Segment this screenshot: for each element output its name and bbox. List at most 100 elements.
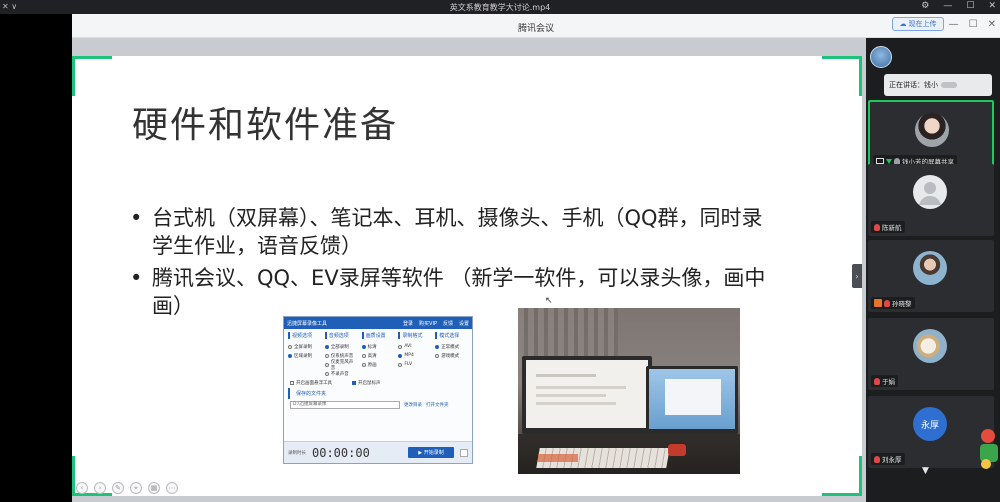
radio-icon — [398, 353, 403, 358]
share-frame-corner — [822, 456, 862, 496]
player-left-margin — [0, 14, 72, 502]
radio-icon — [288, 353, 292, 358]
recorder-option-label: 高清 — [367, 353, 377, 359]
participant-avatar-text: 永厚 — [920, 420, 939, 431]
video-player-titlebar: ✕ ∨ 英文系教育教学大讨论.mp4 ⚙ — ☐ ✕ — [0, 0, 1000, 14]
participant-tile[interactable]: 孙晓黎 — [868, 240, 994, 312]
close-icon[interactable]: ✕ — [988, 1, 996, 11]
next-icon[interactable]: › — [94, 482, 106, 494]
participant-name-badge: 孙晓黎 — [871, 297, 915, 309]
radio-icon — [361, 344, 366, 349]
recorder-option: 原画 — [361, 360, 395, 369]
recorder-options: 视频选项 全屏录制 区域录制 音频选项 全部录制 仅系统声音 仅麦克风声音 不录声音 画质设置标… — [284, 329, 472, 378]
minimize-icon[interactable]: — — [943, 1, 952, 11]
participant-name: 孙晓黎 — [892, 300, 912, 308]
annotation-toolbar: ‹ › ✎ ⌖ ▦ ⋯ — [76, 482, 178, 494]
recorder-save-path: D:\迅捷屏幕录像 — [290, 401, 400, 409]
participant-avatar — [913, 175, 947, 209]
scroll-down-icon[interactable]: ▼ — [922, 466, 929, 476]
minimize-icon[interactable]: — — [949, 19, 959, 30]
radio-icon — [398, 344, 403, 349]
recorder-option-label: 正常模式 — [441, 344, 460, 350]
participant-avatar: 永厚 — [913, 407, 947, 441]
participant-name: 于娟 — [882, 378, 895, 386]
recorder-option-column: 视频选项 全屏录制 区域录制 — [288, 332, 321, 378]
meeting-app-title: 腾讯会议 — [517, 24, 554, 34]
participant-name-badge: 陈新航 — [871, 221, 905, 233]
recorder-change-dir: 更改目录 — [404, 403, 422, 408]
recorder-save-label: 保存的文件夹 — [288, 388, 472, 399]
recorder-start-button: ▶ 开始录制 — [408, 447, 454, 458]
slide-bullet-list: • 台式机（双屏幕）、笔记本、耳机、摄像头、手机（QQ群，同时录学生作业，语音反… — [130, 204, 770, 324]
maximize-icon[interactable]: ☐ — [966, 1, 974, 11]
radio-icon — [324, 362, 329, 367]
recorder-app-screenshot: 迅捷屏幕录像工具 登录 购买VIP 反馈 设置 视频选项 全屏录制 区域录制 音频选项… — [283, 316, 473, 464]
participant-tile[interactable]: 陈新航 — [868, 164, 994, 236]
recorder-option: FLV — [398, 360, 431, 369]
recorder-buy: 购买VIP — [419, 320, 437, 327]
radio-icon — [435, 353, 440, 358]
recorder-option-header: 音频选项 — [324, 332, 358, 339]
radio-icon — [361, 362, 366, 367]
recorder-option: 标清 — [361, 342, 395, 351]
pin-icon[interactable]: ⚙ — [921, 1, 929, 11]
recorder-option-header: 录制格式 — [398, 332, 431, 339]
recorder-option-label: MP4 — [404, 353, 414, 358]
participant-name: 刘永厚 — [882, 456, 902, 464]
radio-icon — [398, 362, 403, 367]
video-file-title: 英文系教育教学大讨论.mp4 — [449, 3, 551, 12]
slide-bullet: • 台式机（双屏幕）、笔记本、耳机、摄像头、手机（QQ群，同时录学生作业，语音反… — [130, 204, 770, 260]
radio-icon — [324, 371, 329, 376]
recorder-option: 正常模式 — [435, 342, 468, 351]
recorder-check-float: 开启画面悬浮工具 — [290, 380, 332, 386]
participant-name-badge: 刘永厚 — [871, 453, 905, 465]
more-icon[interactable]: ⋯ — [166, 482, 178, 494]
recorder-option-label: 全屏录制 — [294, 344, 312, 350]
arrow-down-icon — [886, 158, 892, 164]
sticker-icon — [980, 429, 998, 469]
mic-muted-icon — [874, 223, 880, 231]
collapse-sidebar-button[interactable]: › — [852, 264, 862, 288]
recorder-option: 游戏模式 — [435, 351, 468, 360]
recorder-save-row: D:\迅捷屏幕录像 更改目录 打开文件夹 — [284, 399, 472, 411]
mouse-cursor-icon: ↖ — [545, 296, 553, 306]
maximize-icon[interactable]: ☐ — [969, 19, 978, 30]
slide-bullet-text: 台式机（双屏幕）、笔记本、耳机、摄像头、手机（QQ群，同时录学生作业，语音反馈） — [152, 206, 763, 258]
bullet-dot-icon: • — [130, 266, 143, 290]
mic-muted-icon — [874, 377, 880, 385]
recorder-footer: 录制时长 00:00:00 ▶ 开始录制 — [284, 441, 472, 463]
recorder-option-header: 画质设置 — [361, 332, 395, 339]
recorder-app-name: 迅捷屏幕录像工具 — [287, 320, 328, 327]
grid-icon[interactable]: ▦ — [148, 482, 160, 494]
participant-avatar — [915, 113, 949, 147]
pointer-icon[interactable]: ⌖ — [130, 482, 142, 494]
participant-tile[interactable]: 钱小芳的屏幕共享 — [868, 100, 994, 172]
radio-icon — [324, 353, 329, 358]
self-avatar[interactable] — [870, 46, 892, 68]
close-icon[interactable]: ✕ — [988, 19, 996, 30]
upload-button[interactable]: ☁ 现在上传 — [892, 17, 944, 31]
recorder-option-label: AVI — [404, 344, 412, 349]
desk-setup-photo — [518, 308, 740, 474]
recorder-duration-label: 录制时长 — [288, 450, 306, 456]
recorder-feedback: 反馈 — [442, 320, 453, 327]
recorder-option-label: 全部录制 — [330, 344, 349, 350]
participant-tile[interactable]: 于娟 — [868, 318, 994, 390]
recorder-option-label: 原画 — [367, 362, 377, 368]
recorder-option-column: 模式选择 正常模式 游戏模式 — [435, 332, 468, 378]
radio-icon — [361, 353, 366, 358]
participant-name: 陈新航 — [882, 224, 902, 232]
share-frame-corner — [822, 56, 862, 96]
recorder-option-header: 视频选项 — [288, 332, 321, 339]
recorder-option: 仅麦克风声音 — [324, 360, 358, 371]
slide-title: 硬件和软件准备 — [132, 105, 399, 146]
prev-icon[interactable]: ‹ — [76, 482, 88, 494]
recorder-option: 高清 — [361, 351, 395, 360]
radio-icon — [435, 344, 440, 349]
pen-icon[interactable]: ✎ — [112, 482, 124, 494]
monitor-left — [522, 356, 652, 434]
recorder-option-column: 画质设置标清高清原画 — [361, 332, 395, 378]
speaking-text: 正在讲话：钱小 — [889, 81, 938, 89]
share-frame-corner — [72, 56, 112, 96]
recorder-option: AVI — [398, 342, 431, 351]
